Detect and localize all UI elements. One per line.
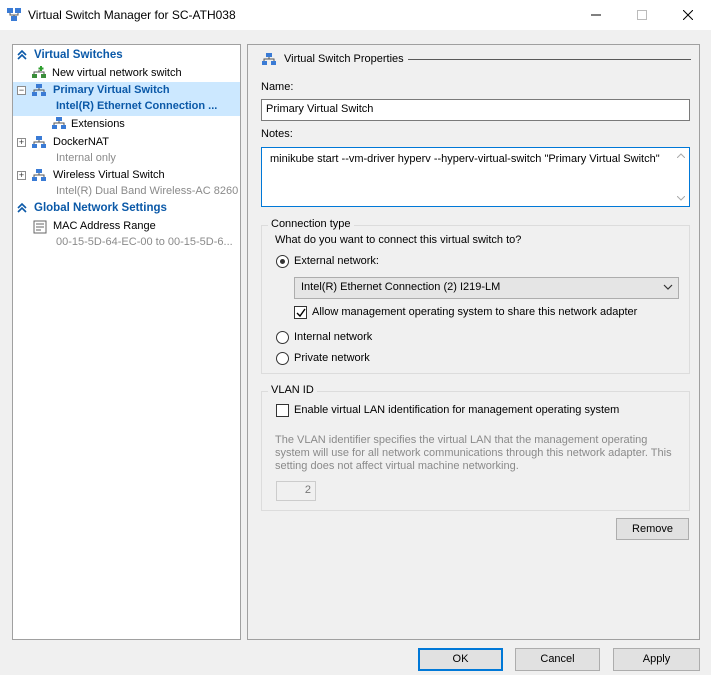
dockernat-name: DockerNAT <box>53 136 110 148</box>
adapter-selected-value: Intel(R) Ethernet Connection (2) I219-LM <box>301 281 501 293</box>
network-switch-icon <box>32 169 46 181</box>
vlan-description: The VLAN identifier specifies the virtua… <box>275 434 672 472</box>
tree-item-wireless-switch[interactable]: + Wireless Virtual Switch Intel(R) Dual … <box>13 167 240 201</box>
network-adapter-select[interactable]: Intel(R) Ethernet Connection (2) I219-LM <box>294 277 679 299</box>
minimize-button[interactable] <box>573 0 619 30</box>
vlan-id-group: VLAN ID Enable virtual LAN identificatio… <box>261 384 690 511</box>
network-switch-icon <box>32 84 46 96</box>
checkmark-icon <box>296 308 306 318</box>
private-network-radio[interactable] <box>276 352 289 365</box>
connection-question: What do you want to connect this virtual… <box>275 234 522 246</box>
tree-item-extensions[interactable]: Extensions <box>13 116 240 133</box>
wireless-switch-adapter: Intel(R) Dual Band Wireless-AC 8260 <box>56 185 239 197</box>
primary-switch-name: Primary Virtual Switch <box>53 84 170 96</box>
vlan-id-title: VLAN ID <box>268 384 317 396</box>
minimize-icon <box>591 14 601 16</box>
new-switch-label: New virtual network switch <box>52 67 182 79</box>
collapse-chevrons-icon <box>17 49 27 60</box>
private-network-label: Private network <box>294 352 370 364</box>
window-title: Virtual Switch Manager for SC-ATH038 <box>28 8 236 22</box>
allow-mgmt-label: Allow management operating system to sha… <box>312 306 638 318</box>
scroll-up-icon <box>677 153 685 158</box>
close-button[interactable] <box>665 0 711 30</box>
tree-item-mac-range[interactable]: MAC Address Range 00-15-5D-64-EC-00 to 0… <box>13 218 240 252</box>
chevron-down-icon <box>663 284 673 290</box>
virtual-switches-header: Virtual Switches <box>34 49 123 61</box>
dockernat-type: Internal only <box>56 152 116 164</box>
virtual-switches-section[interactable]: Virtual Switches <box>13 47 240 64</box>
global-network-section[interactable]: Global Network Settings <box>13 200 240 217</box>
properties-header: Virtual Switch Properties <box>284 53 404 65</box>
notes-textarea[interactable]: minikube start --vm-driver hyperv --hype… <box>261 147 690 207</box>
ok-button[interactable]: OK <box>418 648 503 671</box>
tree-item-primary-switch[interactable]: − Primary Virtual Switch Intel(R) Ethern… <box>13 82 240 116</box>
close-icon <box>683 10 693 20</box>
allow-mgmt-checkbox[interactable] <box>294 306 307 319</box>
network-switch-icon <box>32 136 46 148</box>
switch-properties-pane: Virtual Switch Properties Name: Primary … <box>247 44 700 640</box>
cancel-button[interactable]: Cancel <box>515 648 600 671</box>
apply-button[interactable]: Apply <box>613 648 700 671</box>
mac-range-name: MAC Address Range <box>53 220 156 232</box>
scroll-down-icon <box>677 196 685 201</box>
name-label: Name: <box>261 81 294 93</box>
header-divider <box>408 59 691 60</box>
global-network-header: Global Network Settings <box>34 202 167 214</box>
connection-type-title: Connection type <box>268 218 354 230</box>
wireless-switch-name: Wireless Virtual Switch <box>53 169 165 181</box>
extensions-icon <box>52 117 66 129</box>
maximize-icon <box>637 10 647 20</box>
new-switch-icon <box>32 66 46 78</box>
notes-scrollbar[interactable] <box>673 148 689 206</box>
mac-address-icon <box>33 220 47 234</box>
name-input[interactable]: Primary Virtual Switch <box>261 99 690 121</box>
remove-button[interactable]: Remove <box>616 518 689 540</box>
expand-toggle[interactable]: + <box>17 138 26 147</box>
switch-tree: Virtual Switches New virtual network swi… <box>12 44 241 640</box>
notes-label: Notes: <box>261 128 293 140</box>
tree-item-dockernat[interactable]: + DockerNAT Internal only <box>13 134 240 168</box>
notes-text: minikube start --vm-driver hyperv --hype… <box>270 153 660 165</box>
collapse-chevrons-icon <box>17 202 27 213</box>
extensions-label: Extensions <box>71 118 125 130</box>
enable-vlan-checkbox[interactable] <box>276 404 289 417</box>
collapse-toggle[interactable]: − <box>17 86 26 95</box>
network-switch-icon <box>7 8 21 21</box>
internal-network-radio[interactable] <box>276 331 289 344</box>
external-network-radio[interactable] <box>276 255 289 268</box>
connection-type-group: Connection type What do you want to conn… <box>261 218 690 374</box>
mac-range-value: 00-15-5D-64-EC-00 to 00-15-5D-6... <box>56 236 233 248</box>
maximize-button[interactable] <box>619 0 665 30</box>
title-bar: Virtual Switch Manager for SC-ATH038 <box>0 0 711 30</box>
expand-toggle[interactable]: + <box>17 171 26 180</box>
external-network-label: External network: <box>294 255 379 267</box>
internal-network-label: Internal network <box>294 331 373 343</box>
enable-vlan-label: Enable virtual LAN identification for ma… <box>294 404 620 416</box>
vlan-id-spinbox[interactable]: 2 <box>276 481 316 501</box>
tree-item-new-switch[interactable]: New virtual network switch <box>13 65 240 82</box>
primary-switch-adapter: Intel(R) Ethernet Connection ... <box>56 100 218 112</box>
network-switch-icon <box>262 53 276 65</box>
virtual-switch-manager-window: Virtual Switch Manager for SC-ATH038 Vir… <box>0 0 711 675</box>
